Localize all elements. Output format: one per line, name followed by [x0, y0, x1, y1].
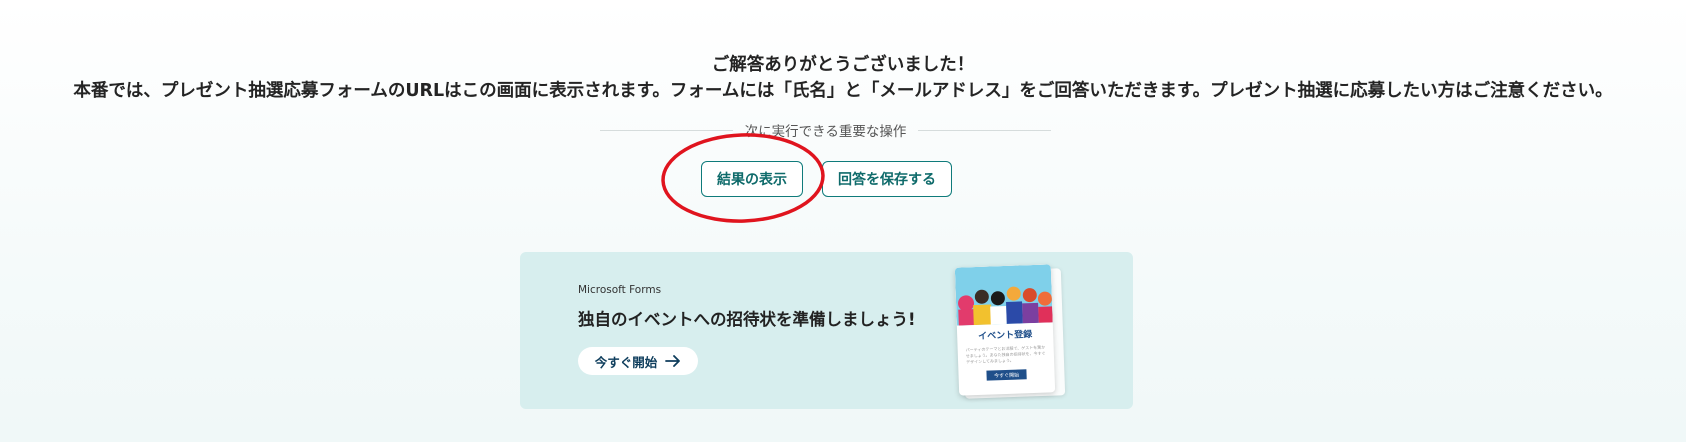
actions-heading: 次に実行できる重要な操作	[744, 124, 907, 140]
card-title: イベント登録	[978, 330, 1033, 342]
promo-headline: 独自のイベントへの招待状を準備しましょう!	[578, 310, 916, 329]
confirmation-text: 本番では、プレゼント抽選応募フォームのURLはこの画面に表示されます。フォームに…	[73, 81, 1613, 101]
actions-heading-row: 次に実行できる重要な操作	[600, 119, 1052, 141]
confirmation-message: ご解答ありがとうございました！ 本番では、プレゼント抽選応募フォームのURLはこ…	[0, 52, 1686, 104]
save-response-button[interactable]: 回答を保存する	[822, 161, 952, 197]
invite-card-illustration: イベント登録 パーティのテーマとお洋服で、ゲストを驚かせましょう。あなた独自の招…	[954, 264, 1056, 396]
view-results-button[interactable]: 結果の表示	[701, 161, 803, 197]
confirmation-title: ご解答ありがとうございました！	[711, 55, 975, 75]
start-now-label: 今すぐ開始	[594, 354, 658, 370]
card-text: パーティのテーマとお洋服で、ゲストを驚かせましょう。あなた独自の招待状を、今すぐ…	[965, 344, 1046, 365]
divider-right	[918, 129, 1052, 131]
arrow-right-icon	[665, 355, 681, 367]
divider-left	[600, 129, 733, 131]
promo-brand: Microsoft Forms	[578, 284, 662, 296]
people-illustration	[954, 264, 1053, 326]
promo-banner: Microsoft Forms 独自のイベントへの招待状を準備しましょう! 今す…	[520, 252, 1133, 409]
card-button: 今すぐ開始	[986, 369, 1027, 381]
start-now-button[interactable]: 今すぐ開始	[578, 347, 698, 375]
